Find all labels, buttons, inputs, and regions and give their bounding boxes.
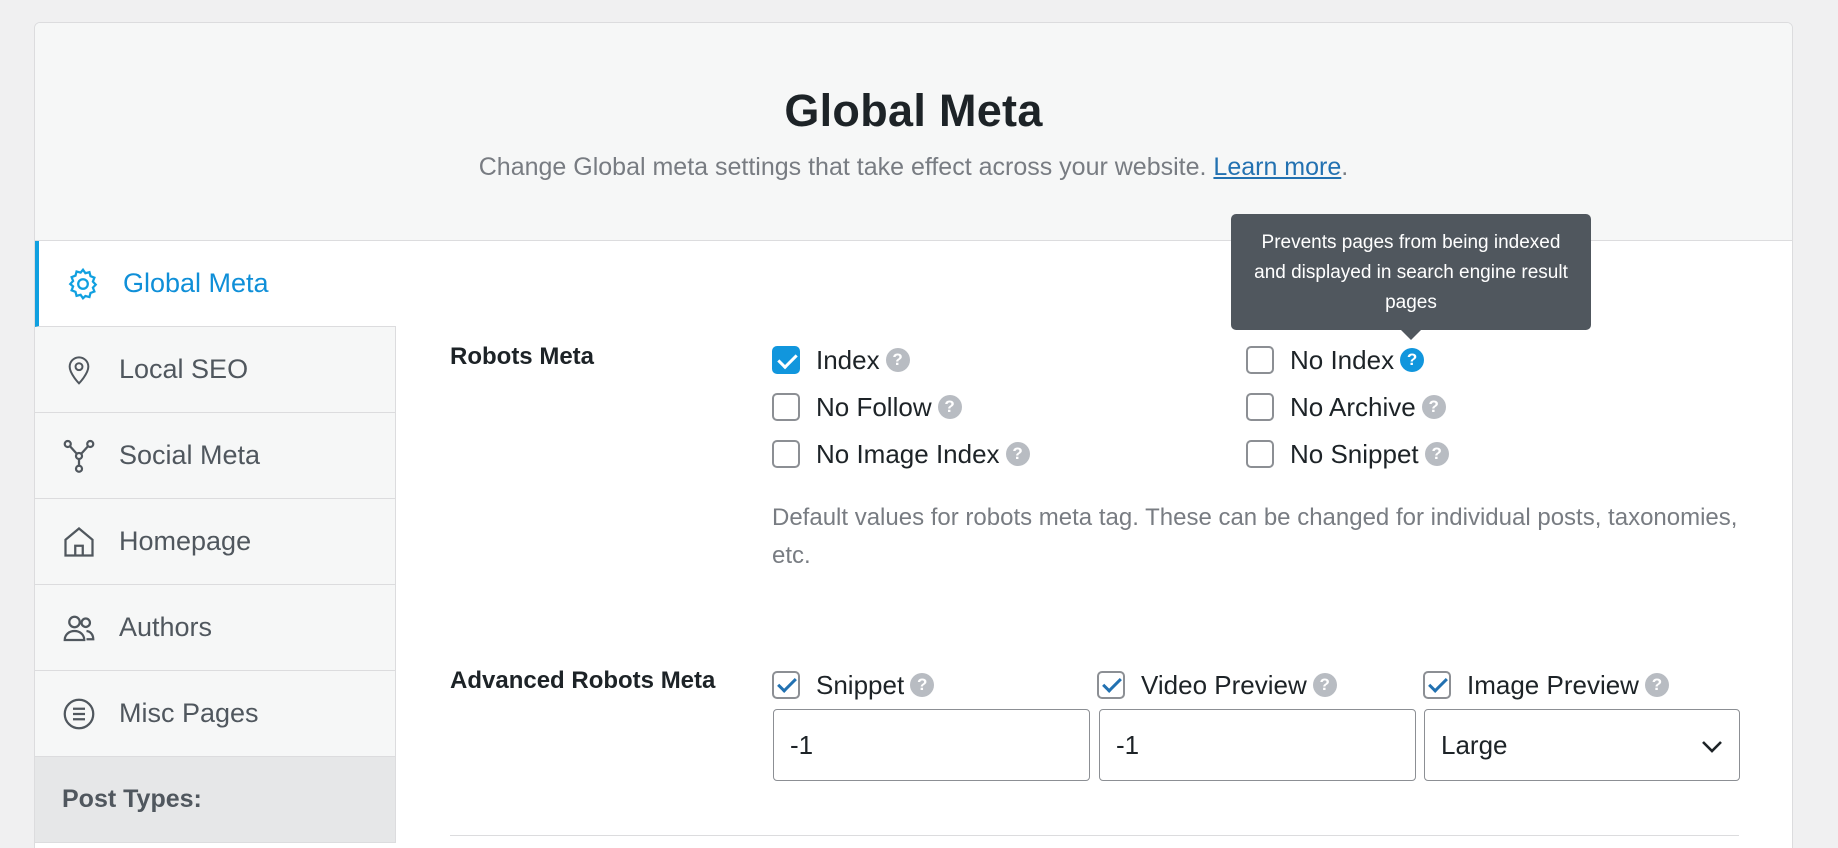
help-icon[interactable]: ? xyxy=(1400,348,1425,372)
checkbox-label: No Follow xyxy=(816,391,932,422)
sidebar: Global Meta Local SEO Social Meta Homepa… xyxy=(35,241,396,848)
checkbox-snippet[interactable]: Snippet ? xyxy=(772,668,935,702)
checkbox-box[interactable] xyxy=(1246,393,1274,421)
chevron-down-icon xyxy=(1701,730,1723,761)
share-network-icon xyxy=(61,438,97,474)
gear-icon xyxy=(65,266,101,302)
sidebar-item-label: Local SEO xyxy=(119,354,249,384)
help-icon[interactable]: ? xyxy=(1424,442,1449,466)
list-icon xyxy=(61,696,97,732)
sidebar-item-label: Social Meta xyxy=(119,440,261,470)
checkbox-label: No Snippet xyxy=(1290,438,1419,469)
checkbox-index[interactable]: Index ? xyxy=(772,343,910,377)
checkbox-no-follow[interactable]: No Follow ? xyxy=(772,390,962,424)
sidebar-item-local-seo[interactable]: Local SEO xyxy=(35,327,396,413)
sidebar-section-post-types: Post Types: xyxy=(35,757,396,843)
help-icon[interactable]: ? xyxy=(1312,673,1337,697)
checkbox-image-preview[interactable]: Image Preview ? xyxy=(1423,668,1669,702)
video-preview-max-input[interactable] xyxy=(1099,709,1416,781)
checkbox-label: No Archive xyxy=(1290,391,1416,422)
help-icon[interactable]: ? xyxy=(937,395,962,419)
location-pin-icon xyxy=(61,352,97,388)
subtitle-period: . xyxy=(1341,153,1349,181)
page-header: Global Meta Change Global meta settings … xyxy=(35,23,1792,241)
sidebar-item-label: Homepage xyxy=(119,526,252,556)
snippet-max-input[interactable] xyxy=(773,709,1090,781)
section-divider xyxy=(450,835,1739,836)
tooltip: Prevents pages from being indexed and di… xyxy=(1231,214,1591,340)
checkbox-box[interactable] xyxy=(772,440,800,468)
checkbox-label: No Image Index xyxy=(816,438,1000,469)
checkbox-no-index[interactable]: No Index ? xyxy=(1246,343,1425,377)
checkbox-label: Video Preview xyxy=(1141,669,1307,700)
advanced-robots-meta-label: Advanced Robots Meta xyxy=(450,667,716,694)
checkbox-box[interactable] xyxy=(772,393,800,421)
help-icon[interactable]: ? xyxy=(1644,673,1669,697)
page-subtitle: Change Global meta settings that take ef… xyxy=(35,153,1792,182)
checkbox-box[interactable] xyxy=(1246,346,1274,374)
checkbox-box[interactable] xyxy=(772,671,800,699)
robots-meta-label: Robots Meta xyxy=(450,343,594,370)
users-icon xyxy=(61,610,97,646)
help-icon[interactable]: ? xyxy=(910,673,935,697)
checkbox-box[interactable] xyxy=(1097,671,1125,699)
robots-description: Default values for robots meta tag. Thes… xyxy=(772,504,1738,569)
checkbox-label: No Index xyxy=(1290,344,1395,375)
sidebar-item-label: Misc Pages xyxy=(119,698,259,728)
checkbox-no-archive[interactable]: No Archive ? xyxy=(1246,390,1446,424)
sidebar-item-label: Authors xyxy=(119,612,213,642)
page-title: Global Meta xyxy=(784,85,1043,136)
checkbox-box[interactable] xyxy=(772,346,800,374)
home-icon xyxy=(61,524,97,560)
sidebar-item-social-meta[interactable]: Social Meta xyxy=(35,413,396,499)
image-preview-value: Large xyxy=(1441,729,1508,760)
sidebar-item-label: Global Meta xyxy=(123,268,269,298)
image-preview-select[interactable]: Large xyxy=(1424,709,1740,781)
checkbox-no-image-index[interactable]: No Image Index ? xyxy=(772,437,1030,471)
checkbox-box[interactable] xyxy=(1246,440,1274,468)
checkbox-video-preview[interactable]: Video Preview ? xyxy=(1097,668,1337,702)
checkbox-box[interactable] xyxy=(1423,671,1451,699)
sidebar-item-authors[interactable]: Authors xyxy=(35,585,396,671)
checkbox-label: Index xyxy=(816,344,880,375)
checkbox-no-snippet[interactable]: No Snippet ? xyxy=(1246,437,1449,471)
sidebar-item-global-meta[interactable]: Global Meta xyxy=(35,241,396,327)
help-icon[interactable]: ? xyxy=(1005,442,1030,466)
settings-card: Global Meta Change Global meta settings … xyxy=(34,22,1793,848)
page-subtitle-text: Change Global meta settings that take ef… xyxy=(478,153,1207,181)
sidebar-item-homepage[interactable]: Homepage xyxy=(35,499,396,585)
help-icon[interactable]: ? xyxy=(1421,395,1446,419)
sidebar-item-misc-pages[interactable]: Misc Pages xyxy=(35,671,396,757)
checkbox-label: Snippet xyxy=(816,669,905,700)
help-icon[interactable]: ? xyxy=(885,348,910,372)
checkbox-label: Image Preview xyxy=(1467,669,1639,700)
learn-more-link[interactable]: Learn more xyxy=(1213,153,1341,181)
